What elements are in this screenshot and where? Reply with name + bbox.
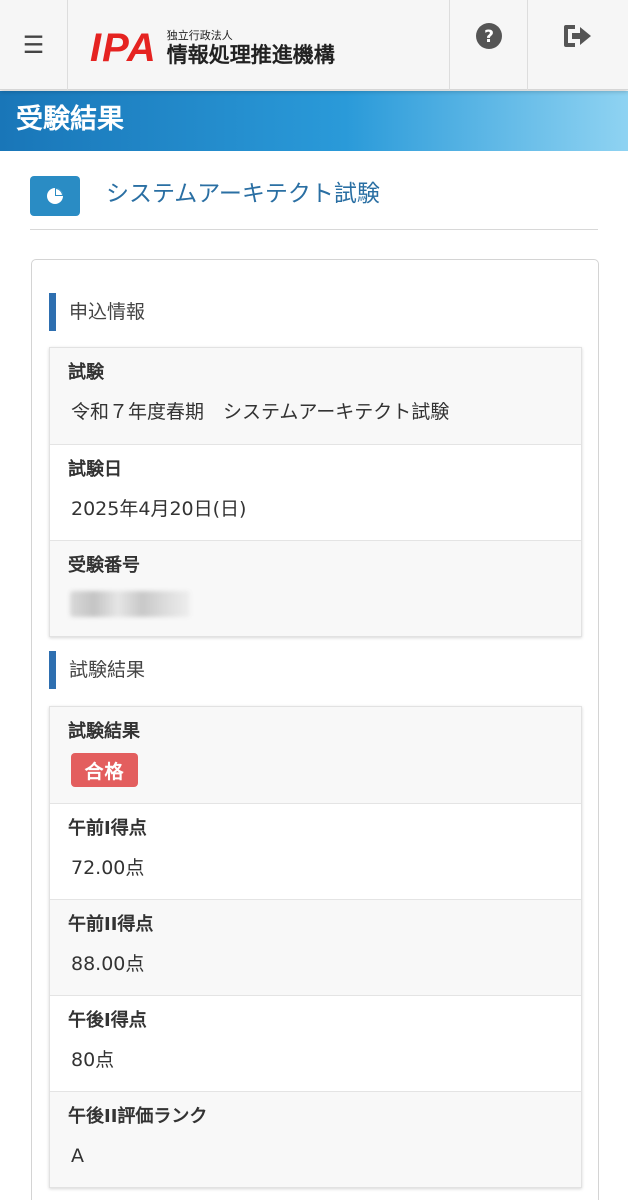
examinee-number-redacted xyxy=(70,591,190,617)
pass-badge: 合格 xyxy=(71,753,138,787)
exam-date-value: 2025年4月20日(日) xyxy=(71,498,247,520)
sign-out-icon xyxy=(564,25,591,47)
hamburger-menu-icon: ☰ xyxy=(22,31,45,59)
result-row-status: 試験結果 合格 xyxy=(50,707,581,803)
am2-score-value: 88.00点 xyxy=(71,953,145,975)
application-info-card: 試験 令和７年度春期 システムアーキテクト試験 試験日 2025年4月20日(日… xyxy=(49,347,582,637)
examinee-number-label: 受験番号 xyxy=(68,555,140,576)
pm1-score-label: 午後I得点 xyxy=(68,1010,147,1031)
exam-name: システムアーキテクト試験 xyxy=(106,181,380,207)
pie-chart-icon xyxy=(47,188,63,204)
exam-header: システムアーキテクト試験 xyxy=(30,172,598,230)
logo-subtitle: 独立行政法人 xyxy=(166,29,233,42)
result-row-am2: 午前II得点 88.00点 xyxy=(50,899,581,995)
top-navbar: ☰ IPA 独立行政法人 情報処理推進機構 ? xyxy=(0,0,628,90)
svg-text:?: ? xyxy=(484,27,494,47)
exam-date-label: 試験日 xyxy=(68,459,122,480)
result-row-am1: 午前I得点 72.00点 xyxy=(50,803,581,899)
pm1-score-value: 80点 xyxy=(71,1049,115,1071)
am1-score-value: 72.00点 xyxy=(71,857,145,879)
pm2-rank-label: 午後II評価ランク xyxy=(68,1106,208,1127)
exam-icon-box xyxy=(30,176,80,216)
exam-value: 令和７年度春期 システムアーキテクト試験 xyxy=(71,401,450,423)
section-heading-application: 申込情報 xyxy=(49,293,145,331)
info-row-examinee-number: 受験番号 xyxy=(50,540,581,636)
logo-mark: IPA xyxy=(90,26,157,70)
section-heading-result: 試験結果 xyxy=(49,651,145,689)
am1-score-label: 午前I得点 xyxy=(68,818,147,839)
result-status-label: 試験結果 xyxy=(68,721,140,742)
page-banner: 受験結果 xyxy=(0,91,628,151)
logo-title: 情報処理推進機構 xyxy=(166,43,335,67)
pm2-rank-value: A xyxy=(71,1145,84,1167)
exam-result-card: 試験結果 合格 午前I得点 72.00点 午前II得点 88.00点 午後I得点… xyxy=(49,706,582,1188)
logout-button[interactable] xyxy=(527,0,628,90)
question-circle-icon: ? xyxy=(475,23,502,49)
ipa-logo[interactable]: IPA 独立行政法人 情報処理推進機構 xyxy=(90,22,335,68)
exam-label: 試験 xyxy=(68,362,104,383)
result-panel: 申込情報 試験 令和７年度春期 システムアーキテクト試験 試験日 2025年4月… xyxy=(31,259,599,1200)
info-row-exam-date: 試験日 2025年4月20日(日) xyxy=(50,444,581,540)
result-row-pm2: 午後II評価ランク A xyxy=(50,1091,581,1187)
result-row-pm1: 午後I得点 80点 xyxy=(50,995,581,1091)
help-button[interactable]: ? xyxy=(449,0,527,90)
info-row-exam: 試験 令和７年度春期 システムアーキテクト試験 xyxy=(50,348,581,444)
am2-score-label: 午前II得点 xyxy=(68,914,154,935)
menu-button[interactable]: ☰ xyxy=(0,0,68,90)
page-title: 受験結果 xyxy=(16,104,124,135)
